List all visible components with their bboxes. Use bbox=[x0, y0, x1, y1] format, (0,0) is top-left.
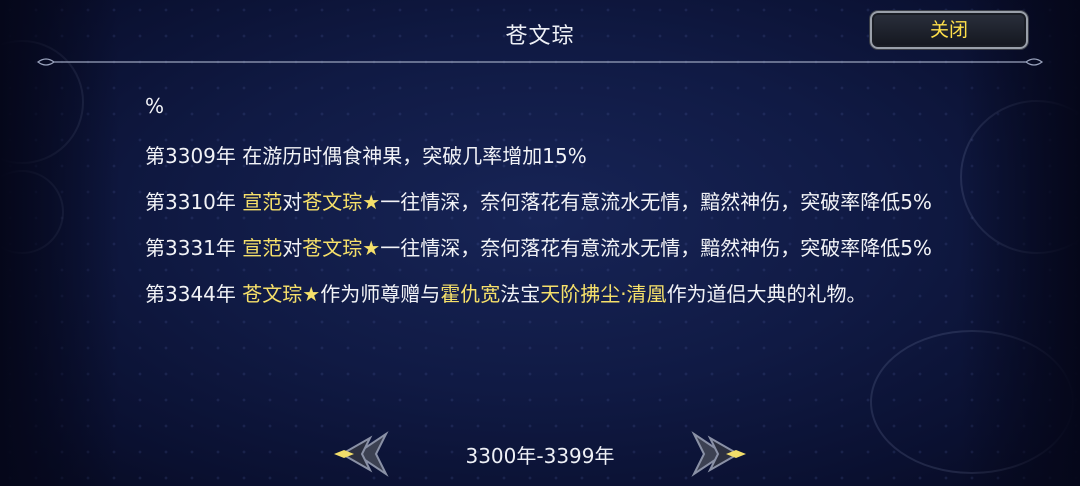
entry-highlight-text: 苍文琮★ bbox=[242, 282, 321, 306]
year-range-label: 3300年-3399年 bbox=[465, 444, 615, 468]
text-fragment: % bbox=[145, 94, 165, 118]
entry-text: 作为师尊赠与 bbox=[320, 282, 441, 306]
entry-text: 法宝 bbox=[500, 282, 541, 306]
entry-list: 第3309年 在游历时偶食神果，突破几率增加15% 第3310年 宣范对苍文琮★一… bbox=[145, 138, 945, 312]
entry-highlight-text: 苍文琮★ bbox=[302, 236, 381, 260]
entry-highlight-text: 苍文琮★ bbox=[302, 190, 381, 214]
entry-text: 一往情深，奈何落花有意流水无情，黯然神伤，突破率降低5% bbox=[380, 236, 932, 260]
header: 苍文琮 关闭 bbox=[0, 0, 1080, 70]
entry-year: 第3310年 bbox=[145, 190, 236, 214]
close-button[interactable]: 关闭 bbox=[870, 11, 1028, 49]
entry-text: 对 bbox=[282, 236, 303, 260]
entry-year: 第3309年 bbox=[145, 144, 236, 168]
history-entry: 第3331年 宣范对苍文琮★一往情深，奈何落花有意流水无情，黯然神伤，突破率降低… bbox=[145, 230, 945, 266]
entry-text: 一往情深，奈何落花有意流水无情，黯然神伤，突破率降低5% bbox=[380, 190, 932, 214]
entry-year: 第3331年 bbox=[145, 236, 236, 260]
history-entry: 第3309年 在游历时偶食神果，突破几率增加15% bbox=[145, 138, 945, 174]
ornate-right-arrow-icon[interactable] bbox=[690, 430, 750, 478]
header-divider bbox=[36, 58, 1044, 66]
entry-text: 作为道侣大典的礼物。 bbox=[666, 282, 867, 306]
entry-highlight-text: 天阶拂尘·清凰 bbox=[540, 282, 667, 306]
entry-highlight-text: 宣范 bbox=[242, 190, 283, 214]
right-shade bbox=[960, 0, 1080, 486]
history-entry: 第3310年 宣范对苍文琮★一往情深，奈何落花有意流水无情，黯然神伤，突破率降低… bbox=[145, 184, 945, 220]
history-entry: 第3344年 苍文琮★作为师尊赠与霍仇宽法宝天阶拂尘·清凰作为道侣大典的礼物。 bbox=[145, 276, 945, 312]
footer-pager: 3300年-3399年 bbox=[0, 430, 1080, 480]
entry-year: 第3344年 bbox=[145, 282, 236, 306]
history-log: % 第3309年 在游历时偶食神果，突破几率增加15% 第3310年 宣范对苍文琮… bbox=[145, 88, 945, 322]
entry-text: 对 bbox=[282, 190, 303, 214]
entry-highlight-text: 宣范 bbox=[242, 236, 283, 260]
entry-text: 在游历时偶食神果，突破几率增加15% bbox=[242, 144, 587, 168]
left-shade bbox=[0, 0, 120, 486]
entry-highlight-text: 霍仇宽 bbox=[440, 282, 501, 306]
